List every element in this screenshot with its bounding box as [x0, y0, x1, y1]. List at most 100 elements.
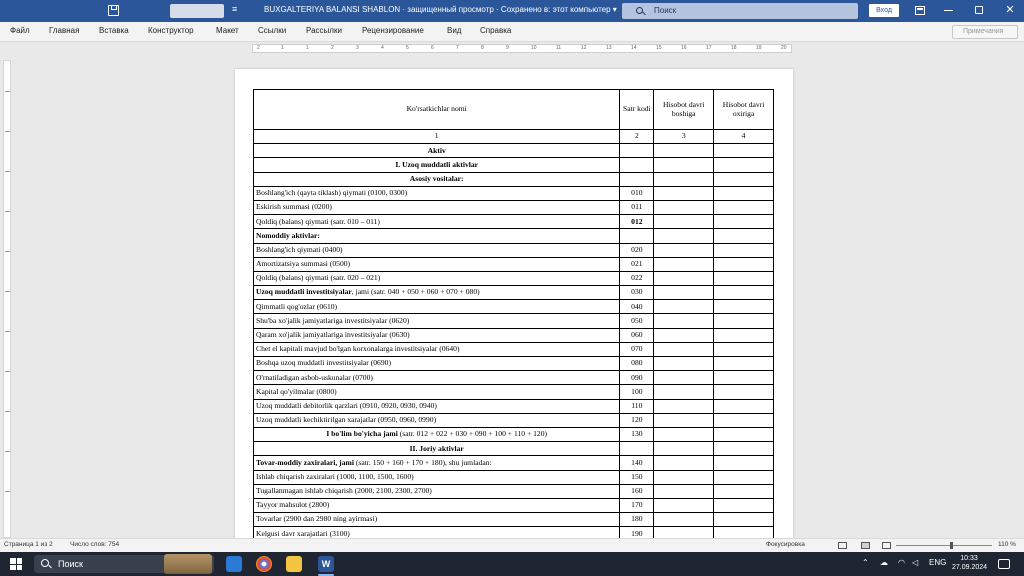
tab-file[interactable]: Файл [10, 26, 30, 35]
tab-design[interactable]: Конструктор [148, 26, 194, 35]
row-end-value[interactable] [713, 426, 774, 443]
horizontal-ruler[interactable]: 2 1 1 2 3 4 5 6 7 8 9 10 11 12 13 14 15 … [252, 44, 792, 53]
maximize-icon[interactable] [975, 6, 983, 14]
row-end-value[interactable] [713, 256, 774, 272]
row-start-value[interactable] [653, 412, 715, 428]
row-end-value[interactable] [713, 341, 774, 358]
network-icon[interactable]: ☁ [880, 558, 888, 567]
row-start-value[interactable] [653, 143, 715, 159]
document-page[interactable]: Ko'rsatkichlar nomi Satr kodi Hisobot da… [235, 69, 793, 539]
tab-mailings[interactable]: Рассылки [306, 26, 342, 35]
tab-layout[interactable]: Макет [216, 26, 239, 35]
tab-view[interactable]: Вид [447, 26, 461, 35]
row-start-value[interactable] [653, 157, 715, 173]
row-start-value[interactable] [653, 355, 715, 372]
customize-quick-access-button[interactable]: ≡ [232, 4, 237, 14]
row-end-value[interactable] [713, 355, 774, 372]
sign-in-button[interactable]: Вход [869, 4, 899, 17]
clock[interactable]: 10:33 27.09.2024 [952, 554, 987, 572]
row-end-value[interactable] [713, 412, 774, 428]
row-end-value[interactable] [713, 270, 774, 287]
row-start-value[interactable] [653, 426, 715, 443]
row-start-value[interactable] [653, 455, 715, 471]
store-app-icon[interactable] [226, 556, 242, 572]
row-end-value[interactable] [713, 199, 774, 216]
row-start-value[interactable] [653, 327, 715, 343]
row-end-value[interactable] [713, 497, 774, 514]
row-end-value[interactable] [713, 469, 774, 485]
row-end-value[interactable] [713, 398, 774, 414]
row-end-value[interactable] [713, 157, 774, 173]
row-start-value[interactable] [653, 370, 715, 386]
language-indicator[interactable]: ENG [929, 558, 946, 567]
row-end-value[interactable] [713, 228, 774, 244]
row-end-value[interactable] [713, 143, 774, 159]
row-start-value[interactable] [653, 497, 715, 514]
windows-start-icon[interactable] [10, 558, 22, 570]
search-highlight-image[interactable] [164, 554, 212, 574]
row-start-value[interactable] [653, 299, 715, 315]
ribbon-display-options-icon[interactable] [915, 6, 925, 15]
close-icon[interactable]: ✕ [1004, 4, 1016, 16]
row-start-value[interactable] [653, 341, 715, 358]
row-end-value[interactable] [713, 214, 774, 230]
tab-help[interactable]: Справка [480, 26, 511, 35]
row-start-value[interactable] [653, 199, 715, 216]
chrome-app-icon[interactable] [256, 556, 272, 572]
row-end-value[interactable] [713, 242, 774, 258]
row-end-value[interactable] [713, 171, 774, 187]
focus-mode-button[interactable]: Фокусировка [766, 541, 805, 548]
minimize-icon[interactable] [944, 10, 953, 11]
zoom-slider-thumb[interactable] [950, 542, 953, 549]
zoom-slider[interactable] [896, 545, 992, 546]
row-end-value[interactable] [713, 327, 774, 343]
row-start-value[interactable] [653, 228, 715, 244]
page-count[interactable]: Страница 1 из 2 [4, 541, 53, 548]
row-end-value[interactable] [713, 441, 774, 457]
row-start-value[interactable] [653, 398, 715, 414]
row-start-value[interactable] [653, 285, 715, 301]
print-layout-icon[interactable] [861, 542, 870, 549]
row-start-value[interactable] [653, 242, 715, 258]
row-end-value[interactable] [713, 285, 774, 301]
search-box[interactable]: Поиск [622, 3, 858, 19]
row-end-value[interactable] [713, 313, 774, 329]
row-end-value[interactable] [713, 512, 774, 528]
quick-access-field[interactable] [170, 4, 224, 18]
save-icon[interactable] [108, 5, 119, 16]
row-start-value[interactable] [653, 469, 715, 485]
tab-references[interactable]: Ссылки [258, 26, 286, 35]
word-app-icon[interactable]: W [318, 556, 334, 572]
row-end-value[interactable] [713, 370, 774, 386]
vertical-ruler[interactable] [3, 60, 11, 538]
tab-review[interactable]: Рецензирование [362, 26, 424, 35]
file-explorer-icon[interactable] [286, 556, 302, 572]
wifi-icon[interactable]: ◠ [898, 558, 905, 567]
document-title[interactable]: BUXGALTERIYA BALANSI SHABLON · защищенны… [264, 5, 617, 14]
row-end-value[interactable] [713, 455, 774, 471]
row-start-value[interactable] [653, 270, 715, 287]
tab-home[interactable]: Главная [49, 26, 79, 35]
row-end-value[interactable] [713, 299, 774, 315]
row-start-value[interactable] [653, 512, 715, 528]
row-start-value[interactable] [653, 441, 715, 457]
notification-icon[interactable] [998, 559, 1010, 569]
read-mode-icon[interactable] [838, 542, 847, 549]
row-start-value[interactable] [653, 483, 715, 499]
row-start-value[interactable] [653, 214, 715, 230]
row-end-value[interactable] [713, 384, 774, 400]
zoom-level[interactable]: 110 % [998, 541, 1016, 548]
web-layout-icon[interactable] [882, 542, 891, 549]
row-start-value[interactable] [653, 384, 715, 400]
row-end-value[interactable] [713, 185, 774, 201]
row-start-value[interactable] [653, 171, 715, 187]
tab-insert[interactable]: Вставка [99, 26, 129, 35]
row-start-value[interactable] [653, 256, 715, 272]
volume-icon[interactable]: ◁ [912, 558, 918, 567]
row-start-value[interactable] [653, 313, 715, 329]
row-start-value[interactable] [653, 185, 715, 201]
word-count[interactable]: Число слов: 754 [70, 541, 119, 548]
tray-chevron-icon[interactable]: ⌃ [862, 558, 869, 567]
comments-button[interactable]: Примечания [952, 25, 1018, 39]
row-end-value[interactable] [713, 483, 774, 499]
